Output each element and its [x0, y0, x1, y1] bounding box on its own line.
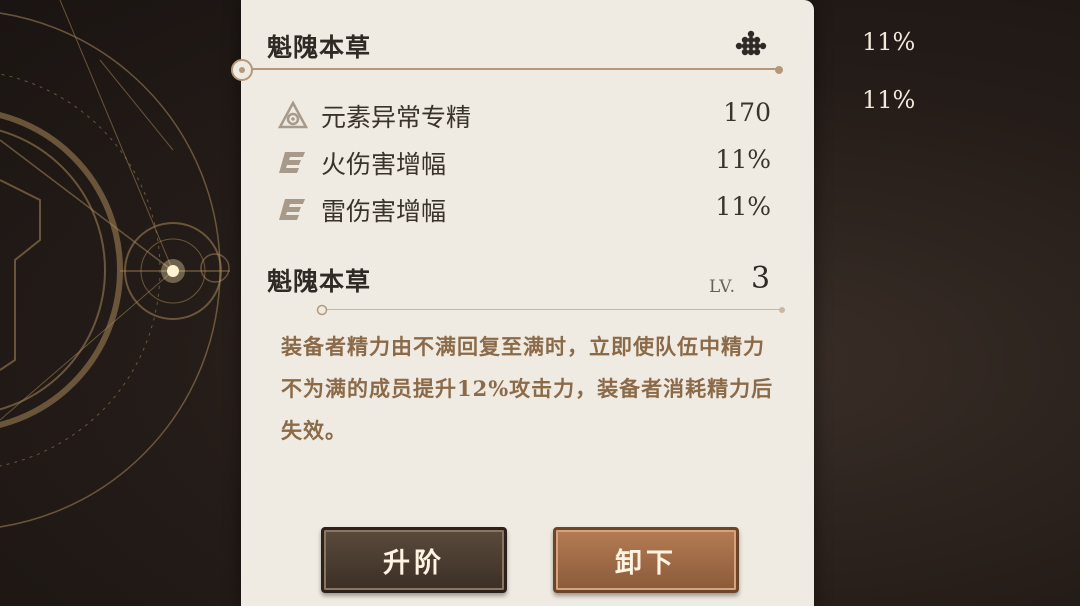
background-stat-value: 11% — [862, 28, 916, 56]
item-description: 装备者精力由不满回复至满时，立即使队伍中精力不为满的成员提升12%攻击力，装备者… — [281, 334, 774, 443]
stat-row-elemental-mastery: 元素异常专精 170 — [277, 96, 771, 136]
stat-value: 11% — [715, 145, 771, 174]
damage-bonus-icon — [279, 199, 305, 220]
divider-ornament-icon — [316, 304, 328, 316]
stat-row-electric-damage: 雷伤害增幅 11% — [277, 190, 771, 230]
stat-row-fire-damage: 火伤害增幅 11% — [277, 143, 771, 183]
divider-end-dot-icon — [775, 66, 783, 74]
item-name: 魁隗本草 — [267, 267, 372, 296]
background-stat-value: 11% — [862, 86, 916, 114]
damage-bonus-icon — [279, 152, 305, 173]
stat-value: 11% — [715, 192, 771, 221]
upgrade-button[interactable]: 升阶 — [321, 527, 507, 593]
elemental-mastery-icon — [277, 100, 309, 129]
level-label: LV. — [709, 277, 736, 297]
divider-ornament-icon — [231, 59, 253, 81]
level-value: 3 — [751, 261, 771, 296]
stat-value: 170 — [723, 98, 771, 127]
unequip-button[interactable]: 卸下 — [553, 527, 739, 593]
item-divider — [321, 309, 781, 310]
divider-end-dot-icon — [779, 307, 785, 313]
flower-cluster-icon — [735, 30, 767, 56]
set-title: 魁隗本草 — [267, 33, 372, 62]
stat-label: 火伤害增幅 — [321, 150, 447, 179]
item-detail-panel: 魁隗本草 元素异常专精 170 火伤害增幅 11% 雷伤害增幅 11% 魁隗本草… — [231, 0, 814, 606]
stat-label: 雷伤害增幅 — [321, 197, 447, 226]
stat-label: 元素异常专精 — [321, 103, 472, 132]
header-divider — [251, 68, 779, 70]
